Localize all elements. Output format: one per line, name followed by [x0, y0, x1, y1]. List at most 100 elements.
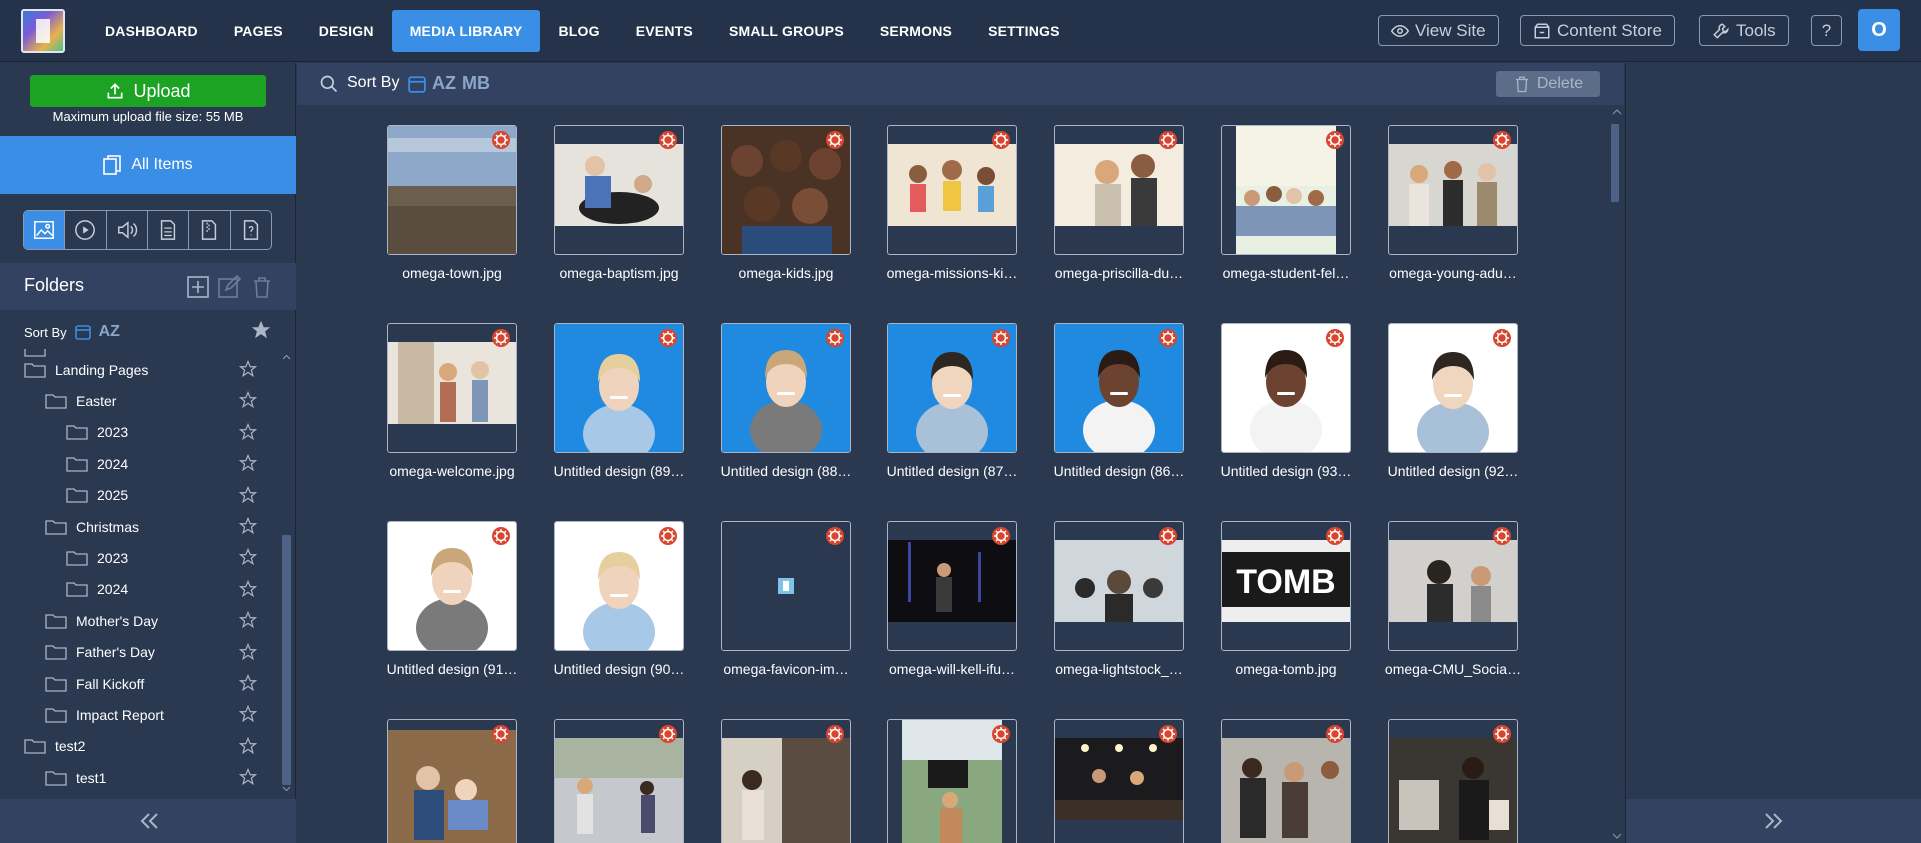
- nav-item-events[interactable]: EVENTS: [618, 10, 711, 52]
- media-thumbnail[interactable]: [887, 125, 1017, 255]
- favorite-star-icon[interactable]: [239, 579, 257, 598]
- folder-row[interactable]: Fall Kickoff: [45, 668, 144, 699]
- media-thumbnail[interactable]: [721, 125, 851, 255]
- edit-folder-icon[interactable]: [217, 275, 241, 299]
- media-thumbnail[interactable]: [387, 521, 517, 651]
- media-thumbnail[interactable]: [721, 323, 851, 453]
- delete-button[interactable]: Delete: [1496, 71, 1600, 97]
- media-thumbnail[interactable]: [887, 521, 1017, 651]
- upload-button[interactable]: Upload: [30, 75, 266, 107]
- favorite-star-icon[interactable]: [239, 736, 257, 755]
- media-thumbnail[interactable]: [721, 521, 851, 651]
- nav-item-settings[interactable]: SETTINGS: [970, 10, 1078, 52]
- media-thumbnail[interactable]: TOMB: [1221, 521, 1351, 651]
- filter-other[interactable]: [231, 211, 271, 249]
- media-thumbnail[interactable]: [554, 323, 684, 453]
- media-thumbnail[interactable]: [1054, 125, 1184, 255]
- folder-row[interactable]: Landing Pages: [24, 354, 148, 385]
- media-thumbnail[interactable]: [387, 125, 517, 255]
- nav-item-design[interactable]: DESIGN: [301, 10, 392, 52]
- favorite-star-icon[interactable]: [239, 548, 257, 566]
- trash-icon[interactable]: [250, 275, 274, 299]
- add-folder-icon[interactable]: [186, 275, 210, 299]
- nav-item-dashboard[interactable]: DASHBOARD: [87, 10, 216, 52]
- calendar-icon[interactable]: [74, 324, 91, 340]
- folder-row[interactable]: Father's Day: [45, 637, 155, 668]
- media-thumbnail[interactable]: [887, 719, 1017, 843]
- folder-sort-az[interactable]: AZ: [99, 323, 120, 341]
- folder-row[interactable]: 2023: [66, 542, 128, 573]
- media-thumbnail[interactable]: [1388, 125, 1518, 255]
- filter-videos[interactable]: [65, 211, 107, 249]
- filter-documents[interactable]: [148, 211, 190, 249]
- folder-row[interactable]: Impact Report: [45, 699, 164, 730]
- favorites-star-icon[interactable]: [250, 319, 272, 341]
- scroll-down-icon[interactable]: [282, 784, 291, 793]
- media-thumbnail[interactable]: [1054, 521, 1184, 651]
- nav-item-pages[interactable]: PAGES: [216, 10, 301, 52]
- folder-row[interactable]: 2024: [66, 448, 128, 479]
- media-thumbnail[interactable]: [1388, 719, 1518, 843]
- media-thumbnail[interactable]: [554, 719, 684, 843]
- favorite-star-icon[interactable]: [239, 642, 257, 661]
- media-thumbnail[interactable]: [1221, 323, 1351, 453]
- help-button[interactable]: ?: [1811, 15, 1842, 46]
- media-thumbnail[interactable]: [1221, 719, 1351, 843]
- media-thumbnail[interactable]: [1221, 125, 1351, 255]
- filter-audio[interactable]: [107, 211, 148, 249]
- filter-images[interactable]: [24, 211, 66, 249]
- media-scroll-thumb[interactable]: [1611, 124, 1619, 202]
- all-items-button[interactable]: All Items: [0, 136, 296, 194]
- favorite-star-icon[interactable]: [239, 360, 257, 378]
- media-thumbnail[interactable]: [554, 521, 684, 651]
- folder-scroll-thumb[interactable]: [282, 535, 291, 785]
- nav-item-blog[interactable]: BLOG: [540, 10, 617, 52]
- media-thumbnail[interactable]: [1388, 521, 1518, 651]
- scroll-up-icon[interactable]: [282, 353, 291, 362]
- folder-row[interactable]: Easter: [45, 385, 116, 416]
- favorite-star-icon[interactable]: [239, 454, 257, 472]
- tools-button[interactable]: Tools: [1699, 15, 1789, 46]
- favorite-star-icon[interactable]: [239, 768, 257, 786]
- media-thumbnail[interactable]: [387, 719, 517, 843]
- media-thumbnail[interactable]: [387, 323, 517, 453]
- nav-item-sermons[interactable]: SERMONS: [862, 10, 970, 52]
- media-thumbnail[interactable]: [721, 719, 851, 843]
- collapse-left-icon[interactable]: [135, 807, 163, 835]
- media-thumbnail[interactable]: [1054, 719, 1184, 843]
- user-avatar[interactable]: O: [1858, 9, 1900, 51]
- scroll-down-icon[interactable]: [1611, 831, 1623, 841]
- scroll-up-icon[interactable]: [1611, 107, 1623, 117]
- folder-row[interactable]: 2024: [66, 574, 128, 605]
- view-site-button[interactable]: View Site: [1378, 15, 1499, 46]
- folder-row[interactable]: Christmas: [45, 511, 139, 542]
- media-thumbnail[interactable]: [1054, 323, 1184, 453]
- search-icon[interactable]: [319, 74, 339, 94]
- favorite-star-icon[interactable]: [239, 517, 257, 535]
- content-store-button[interactable]: Content Store: [1520, 15, 1675, 46]
- folder-icon: [66, 582, 88, 597]
- site-logo[interactable]: [21, 9, 65, 53]
- favorite-star-icon[interactable]: [239, 611, 257, 629]
- library-sort-mb[interactable]: MB: [462, 73, 490, 94]
- nav-item-media-library[interactable]: MEDIA LIBRARY: [391, 10, 541, 52]
- filter-archives[interactable]: [189, 211, 231, 249]
- favorite-star-icon[interactable]: [239, 485, 257, 504]
- folder-row[interactable]: 2025: [66, 480, 128, 511]
- favorite-star-icon[interactable]: [239, 422, 257, 441]
- media-thumbnail[interactable]: [1388, 323, 1518, 453]
- folder-row[interactable]: test2: [24, 731, 85, 762]
- expand-right-icon[interactable]: [1759, 807, 1787, 835]
- library-sort-az[interactable]: AZ: [432, 73, 456, 94]
- favorite-star-icon[interactable]: [239, 391, 257, 409]
- folder-row[interactable]: 2023: [66, 417, 128, 448]
- media-thumbnail[interactable]: [554, 125, 684, 255]
- media-thumbnail[interactable]: [887, 323, 1017, 453]
- nav-item-small-groups[interactable]: SMALL GROUPS: [711, 10, 862, 52]
- favorite-star-icon[interactable]: [239, 705, 257, 723]
- media-scrollbar[interactable]: [1609, 105, 1624, 843]
- folder-row[interactable]: test1: [45, 762, 106, 793]
- calendar-icon[interactable]: [408, 75, 426, 93]
- folder-row[interactable]: Mother's Day: [45, 605, 158, 636]
- favorite-star-icon[interactable]: [239, 674, 257, 692]
